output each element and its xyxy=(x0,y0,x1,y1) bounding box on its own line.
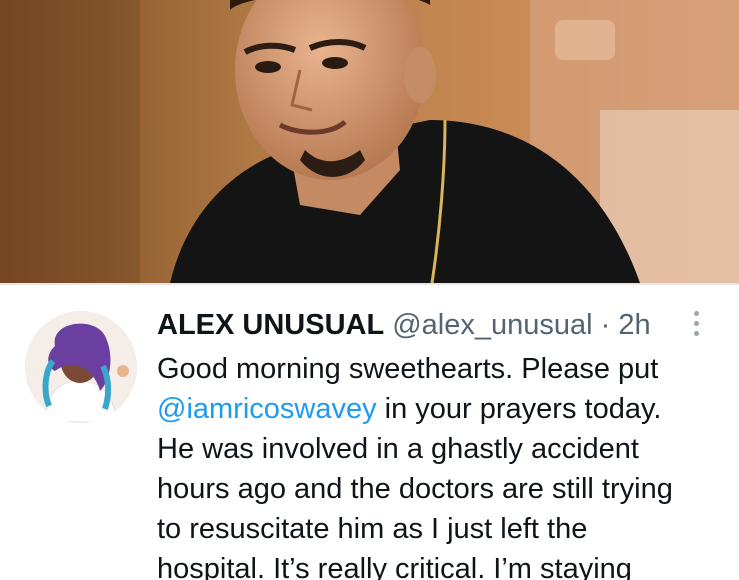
more-vertical-icon[interactable] xyxy=(689,311,703,341)
display-name[interactable]: ALEX UNUSUAL xyxy=(157,309,384,341)
tweet-line: He was involved in a ghastly accident xyxy=(157,433,639,465)
timestamp[interactable]: 2h xyxy=(618,309,650,341)
avatar-image xyxy=(25,311,137,423)
avatar[interactable] xyxy=(25,311,137,423)
tweet-header: ALEX UNUSUAL @alex_unusual · 2h xyxy=(157,307,651,343)
tweet-line-rest: in your prayers today. xyxy=(376,393,662,425)
tweet[interactable]: ALEX UNUSUAL @alex_unusual · 2h Good mor… xyxy=(0,285,739,580)
tweet-line: hours ago and the doctors are still tryi… xyxy=(157,473,673,505)
tweet-line: hospital. It’s really critical. I’m stay… xyxy=(157,553,632,580)
news-photo xyxy=(0,0,739,283)
tweet-text: Good morning sweethearts. Please put @ia… xyxy=(157,349,732,580)
mention-link[interactable]: @iamricoswavey xyxy=(157,393,377,425)
tweet-line: to resuscitate him as I just left the xyxy=(157,513,588,545)
tweet-line: @iamricoswavey in your prayers today. xyxy=(157,389,732,429)
user-handle[interactable]: @alex_unusual xyxy=(392,309,592,341)
separator-dot: · xyxy=(600,309,611,341)
tweet-line: Good morning sweethearts. Please put xyxy=(157,353,659,385)
man-portrait-photo xyxy=(0,0,739,283)
